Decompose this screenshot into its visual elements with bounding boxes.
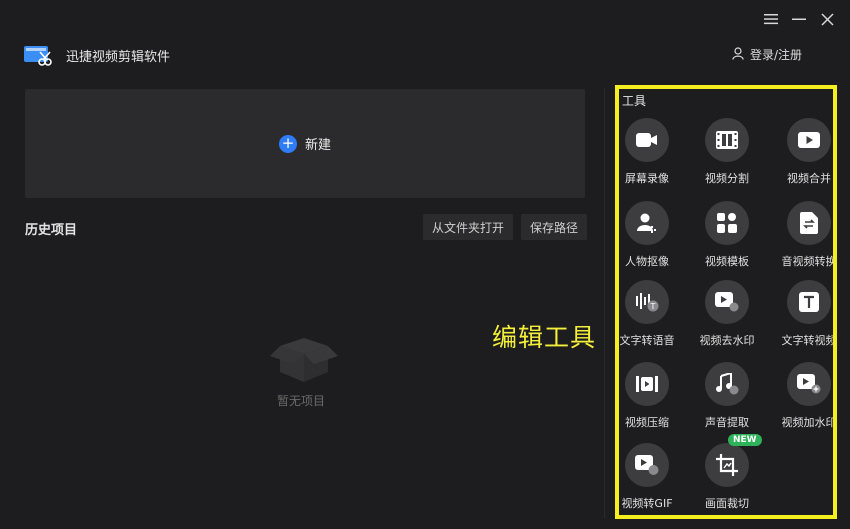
tool-label: 音视频转换	[781, 255, 834, 268]
plus-icon: +	[278, 134, 297, 153]
close-icon[interactable]	[818, 10, 836, 28]
open-folder-button[interactable]: 从文件夹打开	[423, 214, 514, 240]
window-controls	[762, 10, 836, 28]
person-cutout-icon	[625, 201, 669, 245]
text-to-speech-icon: T	[625, 280, 669, 324]
login-link[interactable]: 登录/注册	[732, 46, 802, 63]
compress-icon	[625, 362, 669, 406]
app-logo-icon	[24, 44, 52, 68]
tool-label: 画面裁切	[705, 497, 749, 510]
tool-audio-extract[interactable]: 声音提取	[683, 362, 769, 432]
panel-divider	[604, 88, 605, 518]
tool-crop[interactable]: 画面裁切	[683, 443, 769, 513]
tool-screen-record[interactable]: 屏幕录像	[619, 118, 689, 188]
user-icon	[732, 46, 744, 63]
watermark-add-icon	[787, 362, 831, 406]
file-convert-icon	[787, 201, 831, 245]
gif-icon	[625, 443, 669, 487]
tool-video-merge[interactable]: 视频合并	[765, 118, 833, 188]
new-badge: NEW	[728, 434, 762, 446]
tool-video-compress[interactable]: 视频压缩	[619, 362, 689, 432]
tools-grid: 屏幕录像 视频分割 视频合并 人物抠像 视频模板 音视频转换 T 文字转语音 视…	[619, 89, 833, 515]
svg-text:T: T	[650, 302, 656, 311]
film-split-icon	[705, 118, 749, 162]
tool-video-template[interactable]: 视频模板	[683, 201, 769, 271]
music-note-icon	[705, 362, 749, 406]
tool-label: 视频去水印	[699, 334, 755, 347]
tool-label: 声音提取	[705, 416, 749, 429]
menu-icon[interactable]	[762, 10, 780, 28]
tool-video-split[interactable]: 视频分割	[683, 118, 769, 188]
tool-label: 人物抠像	[625, 255, 669, 268]
tool-text-to-speech[interactable]: T 文字转语音	[619, 280, 689, 350]
play-merge-icon	[787, 118, 831, 162]
new-project-label: 新建	[304, 138, 331, 153]
tool-label: 视频转GIF	[621, 497, 673, 510]
tool-label: 视频分割	[705, 172, 749, 185]
tool-person-cutout[interactable]: 人物抠像	[619, 201, 689, 271]
tool-text-to-video[interactable]: 文字转视频	[765, 280, 833, 350]
tool-watermark-add[interactable]: 视频加水印	[765, 362, 833, 432]
minimize-icon[interactable]	[790, 10, 808, 28]
tool-label: 视频加水印	[781, 416, 834, 429]
new-project-button[interactable]: + 新建	[25, 89, 585, 198]
empty-box-icon	[262, 328, 346, 384]
app-title: 迅捷视频剪辑软件	[66, 50, 171, 65]
history-title: 历史项目	[25, 223, 78, 238]
tool-label: 文字转视频	[781, 334, 834, 347]
watermark-remove-icon	[705, 280, 749, 324]
login-label: 登录/注册	[749, 48, 802, 62]
tool-label: 视频压缩	[625, 416, 669, 429]
text-to-video-icon	[787, 280, 831, 324]
tool-av-convert[interactable]: 音视频转换	[765, 201, 833, 271]
tool-label: 文字转语音	[619, 334, 675, 347]
tool-label: 屏幕录像	[625, 172, 669, 185]
tool-watermark-remove[interactable]: 视频去水印	[683, 280, 769, 350]
save-path-button[interactable]: 保存路径	[521, 214, 588, 240]
tool-label: 视频模板	[705, 255, 749, 268]
tool-video-to-gif[interactable]: 视频转GIF	[619, 443, 689, 513]
empty-state-text: 暂无项目	[277, 394, 326, 408]
camera-icon	[625, 118, 669, 162]
tool-label: 视频合并	[787, 172, 831, 185]
template-grid-icon	[705, 201, 749, 245]
edit-tools-annotation: 编辑工具	[492, 323, 597, 352]
crop-icon	[705, 443, 749, 487]
